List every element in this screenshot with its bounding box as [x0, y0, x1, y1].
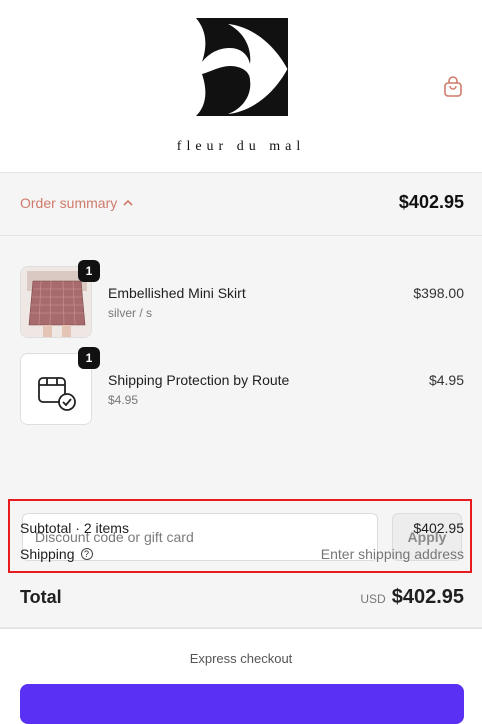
order-summary-panel: 1 Embellished Mini Skirt silver / s $398… [0, 236, 482, 629]
product-name: Embellished Mini Skirt [108, 285, 246, 301]
product-variant: $4.95 [108, 393, 139, 407]
total-label: Total [20, 587, 62, 607]
total-row: Total USD $402.95 [20, 586, 464, 609]
line-item: 1 Embellished Mini Skirt silver / s $398… [20, 260, 464, 338]
shipping-value: Enter shipping address [320, 546, 464, 562]
shipping-row: Shipping ? Enter shipping address [20, 546, 464, 562]
product-variant: silver / s [108, 306, 153, 320]
divider [0, 627, 482, 628]
help-icon[interactable]: ? [80, 548, 93, 560]
cart-bag-icon[interactable] [443, 76, 463, 98]
order-summary-bar[interactable]: Order summary $402.95 [0, 173, 482, 236]
product-price: $4.95 [428, 372, 464, 388]
product-name: Shipping Protection by Route [108, 372, 290, 388]
line-item: 1 Shipping Protection by Route $4.95 $4.… [20, 347, 464, 425]
express-pay-button[interactable] [20, 684, 464, 724]
shipping-label: Shipping [20, 546, 75, 562]
currency-code: USD [360, 592, 386, 606]
order-summary-total: $402.95 [398, 192, 464, 212]
store-header: fleur du mal [0, 0, 482, 173]
quantity-badge: 1 [78, 347, 100, 369]
chevron-up-icon [123, 199, 133, 206]
order-summary-label: Order summary [20, 195, 118, 211]
product-price: $398.00 [413, 285, 464, 301]
order-summary-toggle[interactable]: Order summary [20, 195, 133, 211]
express-checkout-label: Express checkout [189, 651, 293, 666]
subtotal-value: $402.95 [413, 520, 464, 536]
subtotal-label: Subtotal · 2 items [20, 520, 129, 536]
brand-name: fleur du mal [176, 139, 306, 154]
quantity-badge: 1 [78, 260, 100, 282]
total-value: $402.95 [391, 586, 464, 608]
brand-logo[interactable] [190, 14, 294, 118]
subtotal-row: Subtotal · 2 items $402.95 [20, 520, 464, 536]
